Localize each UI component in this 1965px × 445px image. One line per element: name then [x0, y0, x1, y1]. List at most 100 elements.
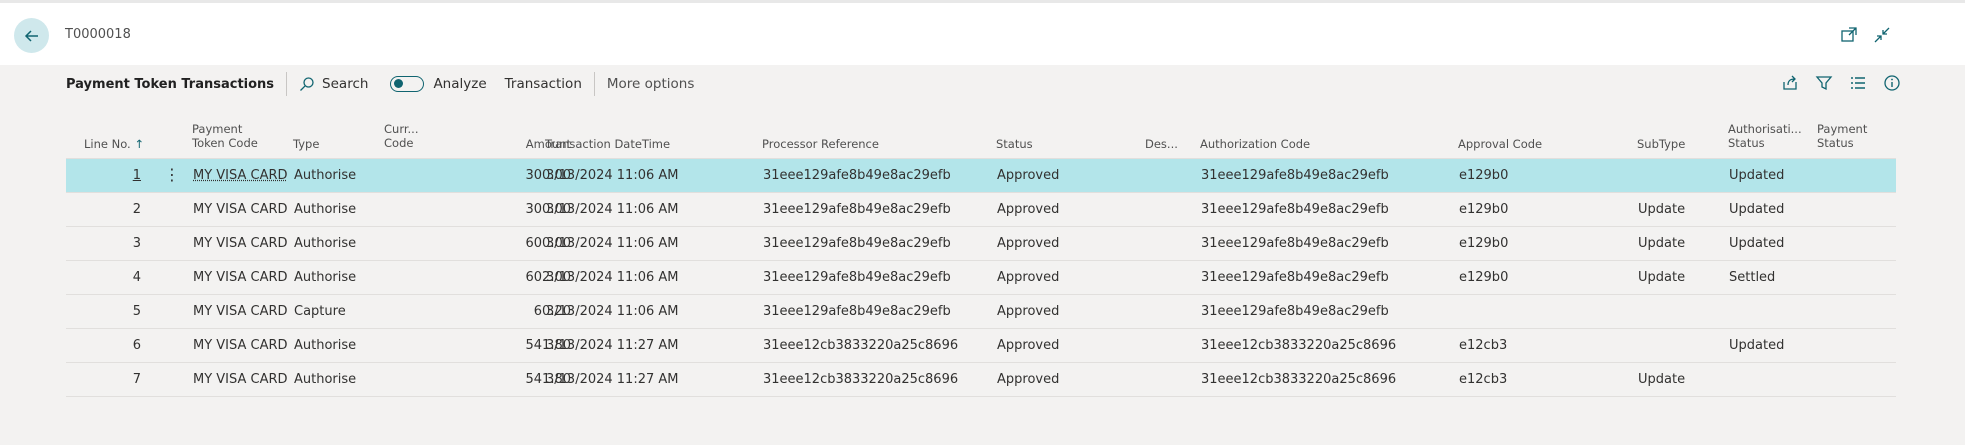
table-row[interactable]: 3 MY VISA CARD Authorise 600.00 3/13/202… — [66, 227, 1896, 261]
token-code-cell: MY VISA CARD — [193, 304, 288, 319]
type-cell: Authorise — [294, 202, 357, 217]
transaction-menu-button[interactable]: Transaction — [505, 76, 582, 92]
status-cell: Approved — [997, 236, 1060, 251]
datetime-cell: 3/13/2024 11:27 AM — [546, 372, 679, 387]
table-row[interactable]: 2 MY VISA CARD Authorise 300.00 3/13/202… — [66, 193, 1896, 227]
search-button[interactable]: Search — [299, 76, 368, 92]
share-icon[interactable] — [1781, 74, 1799, 92]
datetime-cell: 3/13/2024 11:06 AM — [546, 236, 679, 251]
column-payment-status[interactable]: Payment Status — [1817, 122, 1867, 150]
type-cell: Authorise — [294, 270, 357, 285]
status-cell: Approved — [997, 202, 1060, 217]
processor-ref-cell: 31eee12cb3833220a25c8696 — [763, 338, 959, 353]
info-icon[interactable] — [1883, 74, 1901, 92]
divider — [593, 72, 595, 96]
arrow-left-icon — [24, 29, 38, 42]
action-bar: Payment Token Transactions Search Analyz… — [66, 72, 694, 96]
processor-ref-cell: 31eee12cb3833220a25c8696 — [763, 372, 959, 387]
approval-code-cell: e129b0 — [1459, 270, 1509, 285]
subtype-cell: Update — [1638, 202, 1686, 217]
table-row[interactable]: 1 ⋮ MY VISA CARD Authorise 300.00 3/13/2… — [66, 159, 1896, 193]
subtype-cell: Update — [1638, 236, 1686, 251]
record-title: T0000018 — [65, 27, 131, 42]
column-line-no[interactable]: Line No. ↑ — [84, 137, 144, 151]
row-menu-icon[interactable]: ⋮ — [164, 165, 180, 184]
auth-status-cell: Updated — [1729, 168, 1785, 183]
line-no-cell[interactable]: 7 — [66, 372, 141, 387]
toggle-switch[interactable] — [390, 76, 425, 92]
auth-code-cell: 31eee129afe8b49e8ac29efb — [1201, 202, 1389, 217]
type-cell: Capture — [294, 304, 346, 319]
auth-code-cell: 31eee129afe8b49e8ac29efb — [1201, 304, 1389, 319]
table-row[interactable]: 4 MY VISA CARD Authorise 602.00 3/13/202… — [66, 261, 1896, 295]
table-row[interactable]: 7 MY VISA CARD Authorise 541.80 3/13/202… — [66, 363, 1896, 397]
datetime-cell: 3/13/2024 11:06 AM — [546, 168, 679, 183]
processor-ref-cell: 31eee129afe8b49e8ac29efb — [763, 270, 951, 285]
column-payment-token-code[interactable]: Payment Token Code — [192, 122, 258, 150]
status-cell: Approved — [997, 338, 1060, 353]
open-new-window-icon[interactable] — [1840, 26, 1858, 44]
search-icon — [300, 77, 314, 91]
column-authorisation-status[interactable]: Authorisati... Status — [1728, 122, 1802, 150]
line-no-cell[interactable]: 2 — [66, 202, 141, 217]
auth-status-cell: Updated — [1729, 202, 1785, 217]
collapse-icon[interactable] — [1873, 26, 1891, 44]
list-view-icon[interactable] — [1849, 74, 1867, 92]
column-processor-reference[interactable]: Processor Reference — [762, 137, 879, 151]
approval-code-cell: e12cb3 — [1459, 338, 1508, 353]
token-code-cell[interactable]: MY VISA CARD — [193, 168, 288, 183]
processor-ref-cell: 31eee129afe8b49e8ac29efb — [763, 304, 951, 319]
line-no-cell[interactable]: 4 — [66, 270, 141, 285]
approval-code-cell: e129b0 — [1459, 236, 1509, 251]
search-label: Search — [322, 76, 369, 92]
type-cell: Authorise — [294, 338, 357, 353]
auth-code-cell: 31eee12cb3833220a25c8696 — [1201, 372, 1397, 387]
datetime-cell: 3/13/2024 11:06 AM — [546, 270, 679, 285]
line-no-cell[interactable]: 5 — [66, 304, 141, 319]
table-row[interactable]: 6 MY VISA CARD Authorise 541.80 3/13/202… — [66, 329, 1896, 363]
column-authorization-code[interactable]: Authorization Code — [1200, 137, 1310, 151]
page-header: T0000018 — [0, 3, 1965, 65]
status-cell: Approved — [997, 372, 1060, 387]
more-options-label: More options — [606, 76, 695, 92]
token-code-cell: MY VISA CARD — [193, 236, 288, 251]
grid-header: Line No. ↑ Payment Token Code Type Curr..… — [66, 115, 1896, 159]
column-description[interactable]: Des... — [1145, 137, 1178, 151]
back-button[interactable] — [14, 18, 49, 53]
auth-status-cell: Updated — [1729, 338, 1785, 353]
auth-code-cell: 31eee129afe8b49e8ac29efb — [1201, 236, 1389, 251]
token-code-cell: MY VISA CARD — [193, 270, 288, 285]
datetime-cell: 3/13/2024 11:06 AM — [546, 304, 679, 319]
line-no-cell[interactable]: 6 — [66, 338, 141, 353]
column-currency-code[interactable]: Curr... Code — [384, 122, 418, 150]
more-options-button[interactable]: More options — [607, 76, 694, 92]
column-status[interactable]: Status — [996, 137, 1033, 151]
analyze-toggle[interactable]: Analyze — [390, 76, 487, 92]
column-transaction-datetime[interactable]: Transaction DateTime — [545, 137, 670, 151]
subtype-cell: Update — [1638, 372, 1686, 387]
auth-status-cell: Updated — [1729, 236, 1785, 251]
list-actions — [1781, 74, 1901, 92]
column-approval-code[interactable]: Approval Code — [1458, 137, 1542, 151]
type-cell: Authorise — [294, 236, 357, 251]
processor-ref-cell: 31eee129afe8b49e8ac29efb — [763, 236, 951, 251]
auth-status-cell: Settled — [1729, 270, 1776, 285]
column-type[interactable]: Type — [293, 137, 319, 151]
subtype-cell: Update — [1638, 270, 1686, 285]
type-cell: Authorise — [294, 168, 357, 183]
table-row[interactable]: 5 MY VISA CARD Capture 60.20 3/13/2024 1… — [66, 295, 1896, 329]
line-no-cell[interactable]: 3 — [66, 236, 141, 251]
token-code-cell: MY VISA CARD — [193, 338, 288, 353]
datetime-cell: 3/13/2024 11:27 AM — [546, 338, 679, 353]
processor-ref-cell: 31eee129afe8b49e8ac29efb — [763, 168, 951, 183]
approval-code-cell: e129b0 — [1459, 168, 1509, 183]
line-no-cell[interactable]: 1 — [66, 168, 141, 183]
column-subtype[interactable]: SubType — [1637, 137, 1685, 151]
status-cell: Approved — [997, 270, 1060, 285]
datetime-cell: 3/13/2024 11:06 AM — [546, 202, 679, 217]
approval-code-cell: e129b0 — [1459, 202, 1509, 217]
auth-code-cell: 31eee12cb3833220a25c8696 — [1201, 338, 1397, 353]
filter-icon[interactable] — [1815, 74, 1833, 92]
status-cell: Approved — [997, 168, 1060, 183]
status-cell: Approved — [997, 304, 1060, 319]
